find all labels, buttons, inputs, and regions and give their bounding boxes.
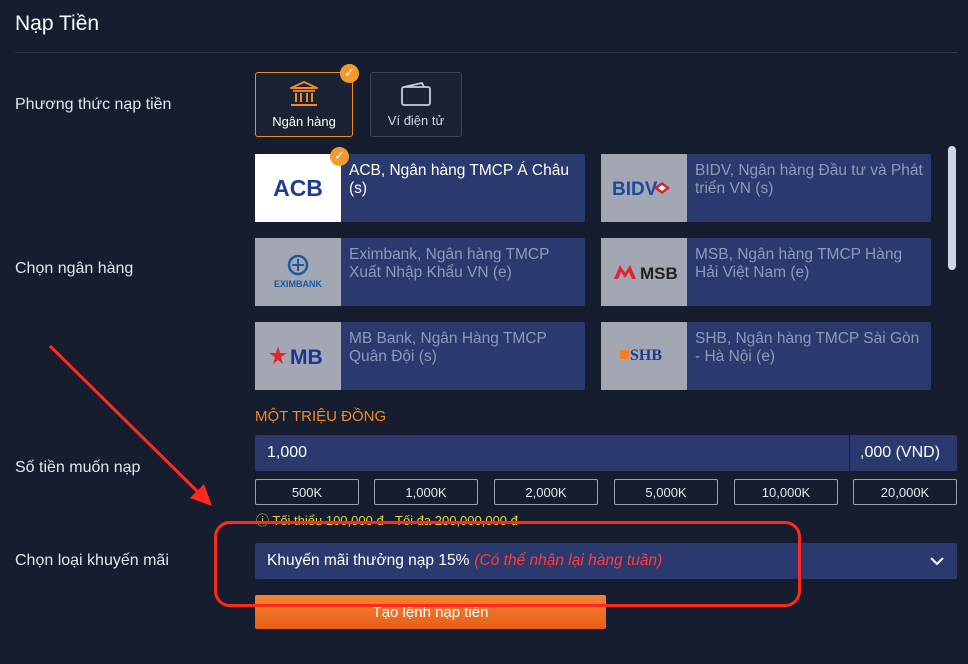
svg-text:ACB: ACB — [273, 175, 323, 201]
bank-card-acb[interactable]: ACB ACB, Ngân hàng TMCP Á Châu (s) — [255, 154, 585, 222]
method-ewallet-button[interactable]: Ví điện tử — [370, 72, 462, 137]
quick-amount-20000k[interactable]: 20,000K — [853, 479, 957, 505]
bank-card-mb[interactable]: MB MB Bank, Ngân Hàng TMCP Quân Đội (s) — [255, 322, 585, 390]
quick-amount-2000k[interactable]: 2,000K — [494, 479, 598, 505]
amount-field: ,000 (VND) — [255, 435, 957, 471]
amount-unit: ,000 (VND) — [860, 444, 941, 461]
amount-input[interactable] — [255, 435, 849, 471]
promo-selected-value: Khuyến mãi thưởng nạp 15% — [267, 552, 470, 569]
bank-name: Eximbank, Ngân hàng TMCP Xuất Nhập Khẩu … — [349, 246, 550, 281]
bank-icon — [290, 81, 318, 106]
svg-text:MSB: MSB — [640, 264, 678, 283]
selected-check-icon: ✓ — [340, 64, 359, 83]
method-label: Phương thức nạp tiền — [15, 96, 172, 113]
method-bank-button[interactable]: Ngân hàng — [255, 72, 353, 137]
eximbank-logo: EXIMBANK — [255, 238, 341, 306]
method-ewallet-label: Ví điện tử — [387, 113, 445, 128]
selected-check-icon: ✓ — [330, 147, 349, 166]
quick-amount-1000k[interactable]: 1,000K — [374, 479, 478, 505]
bidv-logo: BIDV — [601, 154, 687, 222]
svg-text:BIDV: BIDV — [612, 179, 658, 200]
promo-label: Chọn loại khuyến mãi — [15, 552, 169, 569]
promo-select[interactable]: Khuyến mãi thưởng nạp 15% (Có thể nhận l… — [255, 543, 957, 579]
bank-card-msb[interactable]: MSB MSB, Ngân hàng TMCP Hàng Hải Việt Na… — [601, 238, 931, 306]
bank-label: Chọn ngân hàng — [15, 260, 134, 277]
svg-text:EXIMBANK: EXIMBANK — [274, 279, 323, 289]
chevron-down-icon — [930, 557, 944, 566]
amount-limit-note: ⓘ Tối thiểu 100,000 đ - Tối đa 200,000,0… — [256, 513, 518, 528]
create-deposit-button[interactable]: Tạo lệnh nạp tiền — [255, 595, 606, 629]
amount-label: Số tiền muốn nạp — [15, 459, 141, 476]
title-divider — [15, 52, 957, 53]
bank-name: ACB, Ngân hàng TMCP Á Châu (s) — [349, 162, 569, 197]
bank-name: SHB, Ngân hàng TMCP Sài Gòn - Hà Nội (e) — [695, 330, 920, 365]
wallet-icon — [401, 82, 431, 106]
bank-card-eximbank[interactable]: EXIMBANK Eximbank, Ngân hàng TMCP Xuất N… — [255, 238, 585, 306]
svg-text:MB: MB — [290, 346, 323, 369]
annotation-arrow-icon — [48, 344, 212, 506]
promo-note: (Có thể nhận lại hàng tuần) — [474, 552, 663, 569]
mb-logo: MB — [255, 322, 341, 390]
page-title: Nạp Tiền — [15, 12, 100, 35]
amount-in-words: MỘT TRIỆU ĐỒNG — [255, 408, 387, 425]
bank-list-scrollbar[interactable] — [948, 146, 956, 270]
bank-name: MSB, Ngân hàng TMCP Hàng Hải Việt Nam (e… — [695, 246, 903, 281]
shb-logo: SHB — [601, 322, 687, 390]
quick-amount-5000k[interactable]: 5,000K — [614, 479, 718, 505]
msb-logo: MSB — [601, 238, 687, 306]
bank-card-bidv[interactable]: BIDV BIDV, Ngân hàng Đầu tư và Phát triể… — [601, 154, 931, 222]
bank-card-shb[interactable]: SHB SHB, Ngân hàng TMCP Sài Gòn - Hà Nội… — [601, 322, 931, 390]
method-bank-label: Ngân hàng — [272, 114, 336, 129]
quick-amount-500k[interactable]: 500K — [255, 479, 359, 505]
acb-logo: ACB — [255, 154, 341, 222]
quick-amount-10000k[interactable]: 10,000K — [734, 479, 838, 505]
bank-name: MB Bank, Ngân Hàng TMCP Quân Đội (s) — [349, 330, 547, 365]
svg-text:SHB: SHB — [630, 347, 662, 364]
bank-name: BIDV, Ngân hàng Đầu tư và Phát triển VN … — [695, 162, 923, 197]
